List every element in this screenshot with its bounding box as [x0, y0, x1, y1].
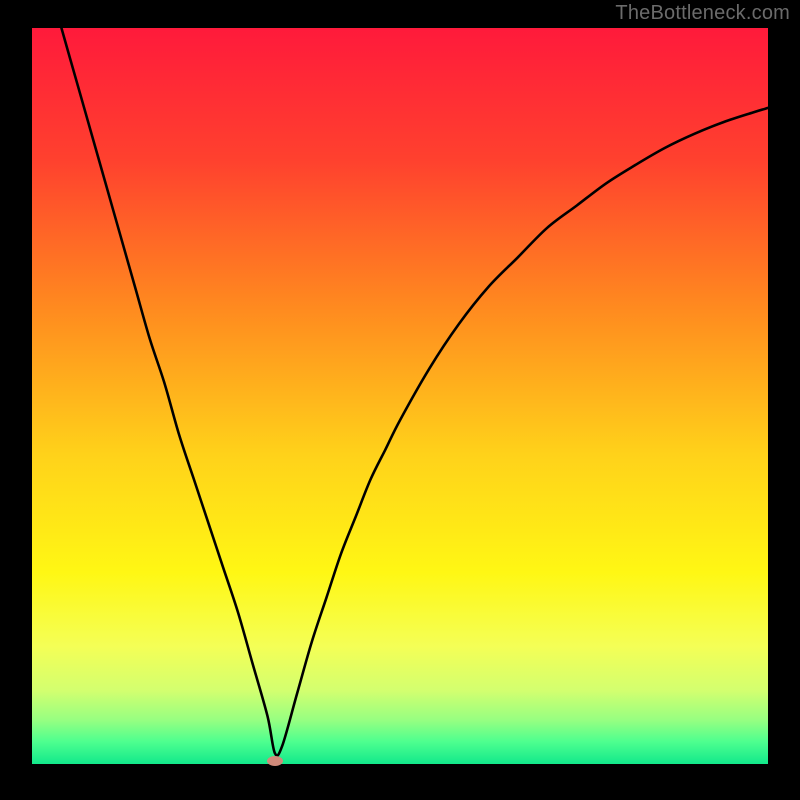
watermark-text: TheBottleneck.com	[615, 2, 790, 25]
chart-frame: TheBottleneck.com	[0, 0, 800, 800]
bottleneck-curve	[32, 28, 768, 768]
plot-area	[32, 28, 768, 768]
minimum-marker	[267, 756, 283, 766]
